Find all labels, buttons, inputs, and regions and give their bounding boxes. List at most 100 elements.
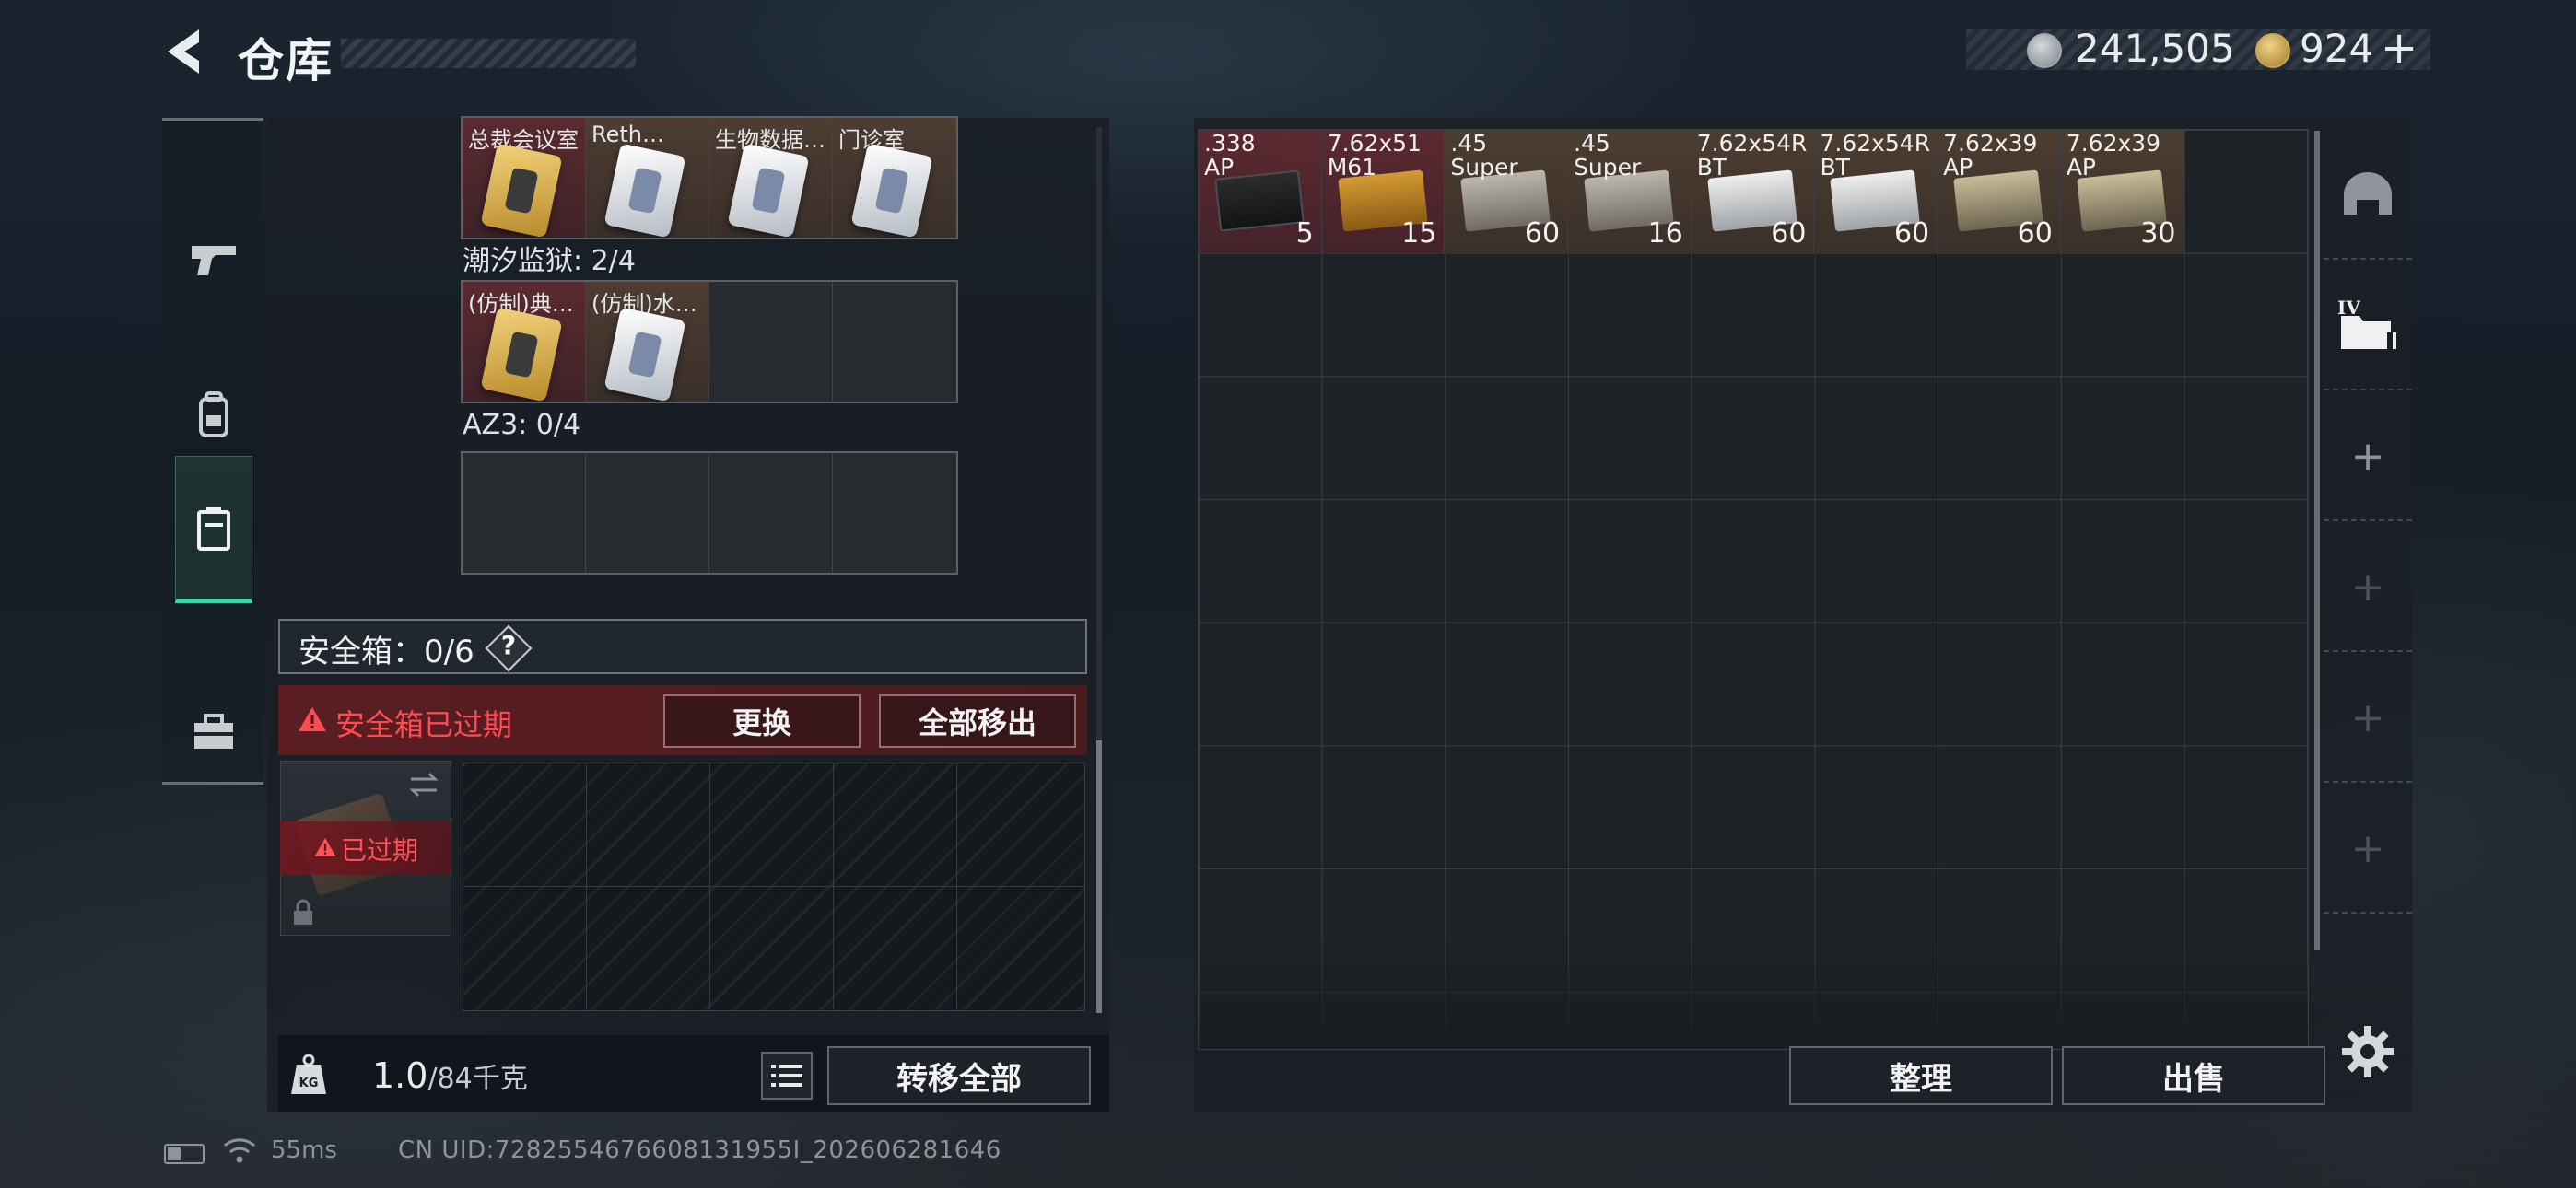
safe-box-expired-warning: 安全箱已过期 xyxy=(335,707,513,742)
key-card-icon xyxy=(480,143,563,238)
battery-icon xyxy=(164,1144,205,1164)
user-uid: CN UID:7282554676608131955I_202606281646 xyxy=(398,1136,1001,1164)
stash-item[interactable]: 7.62x54R BT 60 xyxy=(1691,130,1815,253)
ping-value: 55ms xyxy=(271,1136,337,1164)
warning-icon xyxy=(299,707,326,731)
stash-item[interactable]: 7.62x39 AP 60 xyxy=(1938,130,2061,253)
help-button[interactable]: ? xyxy=(499,630,518,660)
safe-box-label: 安全箱：0/6 xyxy=(299,634,474,670)
plus-icon: + xyxy=(2350,824,2385,872)
toolbox-icon xyxy=(194,714,233,749)
key-slot[interactable]: 总裁会议室 xyxy=(463,118,586,238)
list-view-button[interactable] xyxy=(761,1052,813,1100)
item-count: 16 xyxy=(1647,216,1683,250)
case-icon xyxy=(197,507,230,551)
swap-safe-box-button[interactable]: 更换 xyxy=(663,694,861,748)
nav-medkit[interactable] xyxy=(175,658,252,806)
item-name: .338 AP xyxy=(1204,130,1256,181)
nav-container[interactable] xyxy=(175,456,252,603)
safe-box-grid[interactable] xyxy=(463,763,1085,1011)
svg-text:IV: IV xyxy=(2337,297,2360,319)
key-slot[interactable]: 生物数据… xyxy=(709,118,833,238)
stash-item[interactable]: 7.62x54R BT 60 xyxy=(1814,130,1938,253)
key-slot[interactable]: 门诊室 xyxy=(833,118,956,238)
gold-coin-icon xyxy=(2255,33,2290,68)
swap-icon[interactable] xyxy=(407,768,440,801)
item-count: 60 xyxy=(1524,216,1561,250)
item-name: .45 Super xyxy=(1450,130,1518,181)
stash-tab-add[interactable]: + xyxy=(2324,523,2412,652)
key-card-icon xyxy=(727,143,810,238)
stash-grid[interactable] xyxy=(1198,129,2309,1050)
stash-tab-helmet[interactable] xyxy=(2324,131,2412,260)
item-name: 7.62x54R BT xyxy=(1696,130,1808,181)
key-slot-empty[interactable] xyxy=(463,453,586,573)
stash-item[interactable]: 7.62x39 AP 30 xyxy=(2060,130,2184,253)
stash-tab-add[interactable]: + xyxy=(2324,785,2412,914)
sort-button[interactable]: 整理 xyxy=(1789,1046,2053,1105)
key-card-icon xyxy=(480,307,563,402)
item-name: 7.62x39 AP xyxy=(1943,130,2038,181)
plus-icon: + xyxy=(2350,693,2385,741)
stash-tab-iv[interactable]: IV xyxy=(2324,262,2412,390)
item-count: 60 xyxy=(2017,216,2053,250)
lock-icon xyxy=(294,899,312,925)
stash-tab-add[interactable]: + xyxy=(2324,654,2412,783)
stash-items-row: .338 AP 5 7.62x51 M61 15 .45 Super 60 .4… xyxy=(1199,130,2184,253)
gold-currency-value: 924 xyxy=(2300,26,2374,71)
sell-button[interactable]: 出售 xyxy=(2062,1046,2325,1105)
key-slot[interactable]: (仿制)典… xyxy=(463,282,586,402)
stash-item[interactable]: .45 Super 60 xyxy=(1445,130,1569,253)
stash-scrollbar[interactable] xyxy=(2314,131,2320,950)
key-slot-empty[interactable] xyxy=(709,282,833,402)
stash-item[interactable]: 7.62x51 M61 15 xyxy=(1321,130,1446,253)
item-name: 7.62x39 AP xyxy=(2066,130,2161,181)
item-count: 15 xyxy=(1401,216,1437,250)
settings-gear-icon[interactable] xyxy=(2340,1024,2395,1079)
key-slot-empty[interactable] xyxy=(833,282,956,402)
nav-weapon[interactable] xyxy=(175,185,252,332)
key-grid-prison: (仿制)典… (仿制)水… xyxy=(461,280,958,403)
key-slot-empty[interactable] xyxy=(586,453,709,573)
scroll-thumb[interactable] xyxy=(1096,740,1102,1013)
item-count: 60 xyxy=(1771,216,1807,250)
key-grid-az3 xyxy=(461,451,958,575)
key-card-icon xyxy=(850,143,933,238)
plus-icon: + xyxy=(2350,432,2385,480)
helmet-icon xyxy=(2344,172,2392,215)
plus-icon: + xyxy=(2350,563,2385,611)
title-decoration xyxy=(341,39,636,68)
stash-tab-add[interactable]: + xyxy=(2324,392,2412,521)
item-name: 7.62x51 M61 xyxy=(1327,130,1422,181)
transfer-all-button[interactable]: 转移全部 xyxy=(827,1046,1091,1105)
key-label: Reth… xyxy=(591,122,664,147)
carry-weight-current: 1.0 xyxy=(372,1055,428,1096)
stash-tabs: IV + + + + xyxy=(2324,131,2412,1052)
key-card-icon xyxy=(603,143,686,238)
key-slot[interactable]: Reth… xyxy=(586,118,709,238)
item-count: 5 xyxy=(1295,216,1314,250)
back-arrow-icon[interactable] xyxy=(158,24,210,79)
silver-currency-value: 241,505 xyxy=(2075,26,2235,71)
stash-item[interactable]: .45 Super 16 xyxy=(1568,130,1692,253)
key-card-icon xyxy=(603,307,686,402)
svg-text:KG: KG xyxy=(299,1077,319,1090)
stash-item[interactable]: .338 AP 5 xyxy=(1199,130,1322,253)
key-slot[interactable]: (仿制)水… xyxy=(586,282,709,402)
side-nav xyxy=(162,118,263,785)
pistol-icon xyxy=(192,246,236,275)
section-az3-label: AZ3: 0/4 xyxy=(463,409,581,441)
folder-iv-icon: IV xyxy=(2337,297,2396,349)
key-slot-empty[interactable] xyxy=(709,453,833,573)
move-all-out-button[interactable]: 全部移出 xyxy=(879,694,1076,748)
section-prison-label: 潮汐监狱: 2/4 xyxy=(463,245,636,277)
key-grid-top: 总裁会议室 Reth… 生物数据… 门诊室 xyxy=(461,116,958,239)
carry-weight-max: /84千克 xyxy=(427,1063,528,1095)
wifi-icon xyxy=(224,1138,255,1163)
key-slot-empty[interactable] xyxy=(833,453,956,573)
item-name: .45 Super xyxy=(1574,130,1642,181)
item-count: 60 xyxy=(1893,216,1930,250)
item-name: 7.62x54R BT xyxy=(1820,130,1931,181)
weight-kg-icon: KG xyxy=(291,1054,326,1094)
add-currency-button[interactable]: + xyxy=(2381,22,2418,74)
